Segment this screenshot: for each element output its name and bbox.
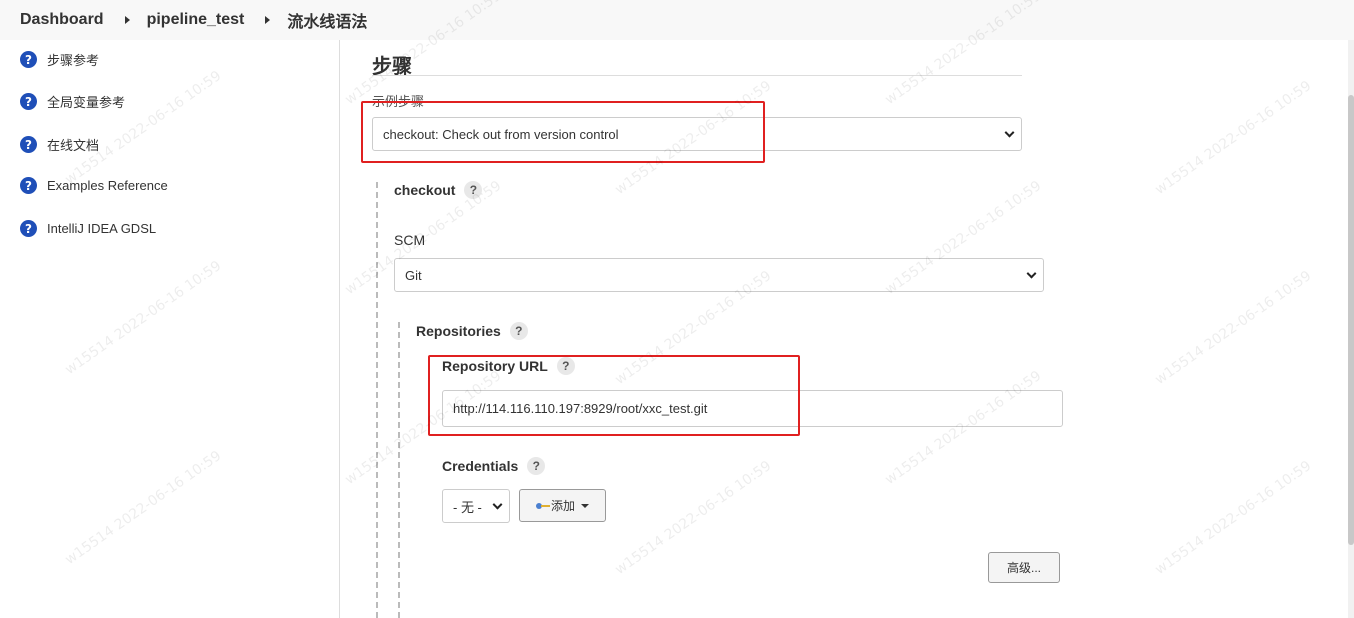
credentials-label: Credentials (442, 458, 519, 474)
sidebar-item-label: Examples Reference (47, 178, 168, 193)
sidebar: ? 步骤参考 ? 全局变量参考 ? 在线文档 ? Examples Refere… (0, 40, 340, 618)
sidebar-item-online-docs[interactable]: ? 在线文档 (20, 135, 99, 154)
help-icon: ? (20, 177, 37, 194)
add-button-label: 添加 (550, 499, 575, 513)
help-icon: ? (20, 136, 37, 153)
checkout-label: checkout (394, 182, 456, 198)
help-icon[interactable]: ? (509, 322, 528, 340)
sidebar-item-global-variables[interactable]: ? 全局变量参考 (20, 92, 125, 111)
scm-label: SCM (394, 232, 426, 248)
sidebar-item-label: 步骤参考 (47, 53, 100, 68)
repositories-heading: Repositories ? (416, 322, 528, 340)
sidebar-item-label: 在线文档 (47, 138, 100, 153)
section-guide-line (376, 182, 378, 618)
sample-step-select[interactable]: checkout: Check out from version control (372, 117, 1022, 151)
help-icon: ? (20, 93, 37, 110)
add-credentials-button[interactable]: 添加 (519, 489, 606, 522)
scrollbar-thumb[interactable] (1348, 95, 1354, 545)
repository-url-label: Repository URL (442, 358, 548, 374)
advanced-button[interactable]: 高级... (988, 552, 1060, 583)
credentials-heading: Credentials ? (442, 457, 546, 475)
credentials-value: - 无 - (453, 499, 482, 515)
sidebar-item-examples-reference[interactable]: ? Examples Reference (20, 177, 168, 194)
chevron-down-icon (1026, 268, 1037, 279)
key-icon (535, 502, 550, 510)
credentials-select[interactable]: - 无 - (442, 489, 510, 523)
sample-step-label: 示例步骤 (372, 94, 425, 109)
caret-down-icon (581, 503, 589, 508)
advanced-button-label: 高级... (1006, 561, 1041, 575)
breadcrumb-dashboard[interactable]: Dashboard (20, 11, 104, 29)
help-icon[interactable]: ? (464, 181, 483, 199)
help-icon: ? (20, 51, 37, 68)
help-icon[interactable]: ? (556, 357, 575, 375)
sample-step-value: checkout: Check out from version control (383, 126, 619, 142)
chevron-right-icon[interactable] (265, 16, 271, 24)
repository-url-input[interactable] (442, 390, 1063, 427)
repositories-label: Repositories (416, 323, 501, 339)
help-icon[interactable]: ? (527, 457, 546, 475)
repository-url-heading: Repository URL ? (442, 357, 575, 375)
divider (372, 75, 1022, 76)
checkout-heading: checkout ? (394, 181, 483, 199)
chevron-down-icon (1004, 127, 1015, 138)
main-content: 步骤 示例步骤 checkout: Check out from version… (341, 40, 1354, 618)
breadcrumb-pipeline-test[interactable]: pipeline_test (147, 11, 245, 29)
sidebar-item-step-reference[interactable]: ? 步骤参考 (20, 50, 99, 69)
breadcrumb: Dashboard pipeline_test 流水线语法 (0, 0, 1354, 40)
breadcrumb-pipeline-syntax[interactable]: 流水线语法 (287, 8, 367, 32)
scm-value: Git (405, 267, 422, 283)
scm-select[interactable]: Git (394, 258, 1044, 292)
sidebar-item-intellij-gdsl[interactable]: ? IntelliJ IDEA GDSL (20, 220, 156, 237)
help-icon: ? (20, 220, 37, 237)
chevron-right-icon[interactable] (124, 16, 130, 24)
subsection-guide-line (398, 322, 400, 618)
chevron-down-icon (492, 499, 503, 510)
sidebar-item-label: 全局变量参考 (47, 95, 126, 110)
sidebar-item-label: IntelliJ IDEA GDSL (47, 221, 157, 236)
